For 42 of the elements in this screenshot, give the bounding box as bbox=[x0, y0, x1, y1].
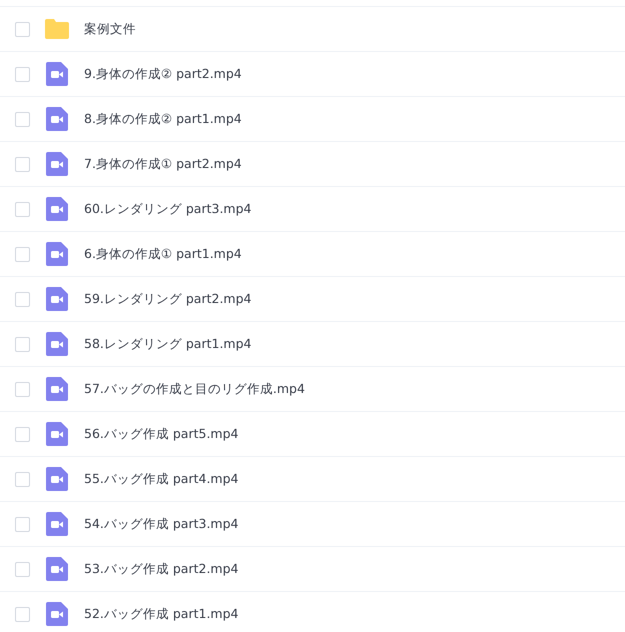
file-name[interactable]: 52.バッグ作成 part1.mp4 bbox=[84, 606, 238, 622]
file-name[interactable]: 58.レンダリング part1.mp4 bbox=[84, 336, 252, 352]
file-name[interactable]: 6.身体の作成① part1.mp4 bbox=[84, 246, 242, 262]
video-file-icon bbox=[46, 197, 68, 221]
file-name[interactable]: 59.レンダリング part2.mp4 bbox=[84, 290, 252, 308]
checkbox[interactable] bbox=[15, 336, 30, 352]
file-name[interactable]: 7.身体の作成① part2.mp4 bbox=[84, 156, 242, 172]
file-name[interactable]: 55.バッグ作成 part4.mp4 bbox=[84, 470, 238, 488]
checkbox[interactable] bbox=[15, 426, 30, 442]
video-file-icon bbox=[46, 152, 68, 176]
video-file-icon bbox=[46, 467, 68, 491]
file-name[interactable]: 60.レンダリング part3.mp4 bbox=[84, 200, 252, 218]
file-name[interactable]: 案例文件 bbox=[84, 20, 136, 38]
video-file-icon bbox=[46, 242, 68, 266]
folder-icon bbox=[44, 18, 70, 40]
checkbox[interactable] bbox=[15, 606, 30, 622]
file-name[interactable]: 54.バッグ作成 part3.mp4 bbox=[84, 516, 238, 532]
file-name[interactable]: 9.身体の作成② part2.mp4 bbox=[84, 66, 242, 82]
checkbox[interactable] bbox=[15, 562, 30, 576]
file-name[interactable]: 56.バッグ作成 part5.mp4 bbox=[84, 426, 238, 442]
video-file-icon bbox=[46, 287, 68, 311]
video-file-icon bbox=[46, 557, 68, 581]
video-file-icon bbox=[46, 62, 68, 86]
video-file-icon bbox=[46, 332, 68, 356]
video-file-icon bbox=[46, 512, 68, 536]
checkbox[interactable] bbox=[15, 472, 30, 486]
checkbox[interactable] bbox=[15, 202, 30, 216]
file-name[interactable]: 53.バッグ作成 part2.mp4 bbox=[84, 560, 238, 578]
checkbox[interactable] bbox=[15, 292, 30, 306]
checkbox[interactable] bbox=[15, 66, 30, 82]
video-file-icon bbox=[46, 377, 68, 401]
file-name[interactable]: 8.身体の作成② part1.mp4 bbox=[84, 110, 242, 128]
video-file-icon bbox=[46, 107, 68, 131]
checkbox[interactable] bbox=[15, 22, 30, 36]
video-file-icon bbox=[46, 422, 68, 446]
checkbox[interactable] bbox=[15, 246, 30, 262]
checkbox[interactable] bbox=[15, 516, 30, 532]
file-name[interactable]: 57.バッグの作成と目のリグ作成.mp4 bbox=[84, 380, 305, 398]
checkbox[interactable] bbox=[15, 156, 30, 172]
video-file-icon bbox=[46, 602, 68, 626]
checkbox[interactable] bbox=[15, 112, 30, 126]
checkbox[interactable] bbox=[15, 382, 30, 396]
